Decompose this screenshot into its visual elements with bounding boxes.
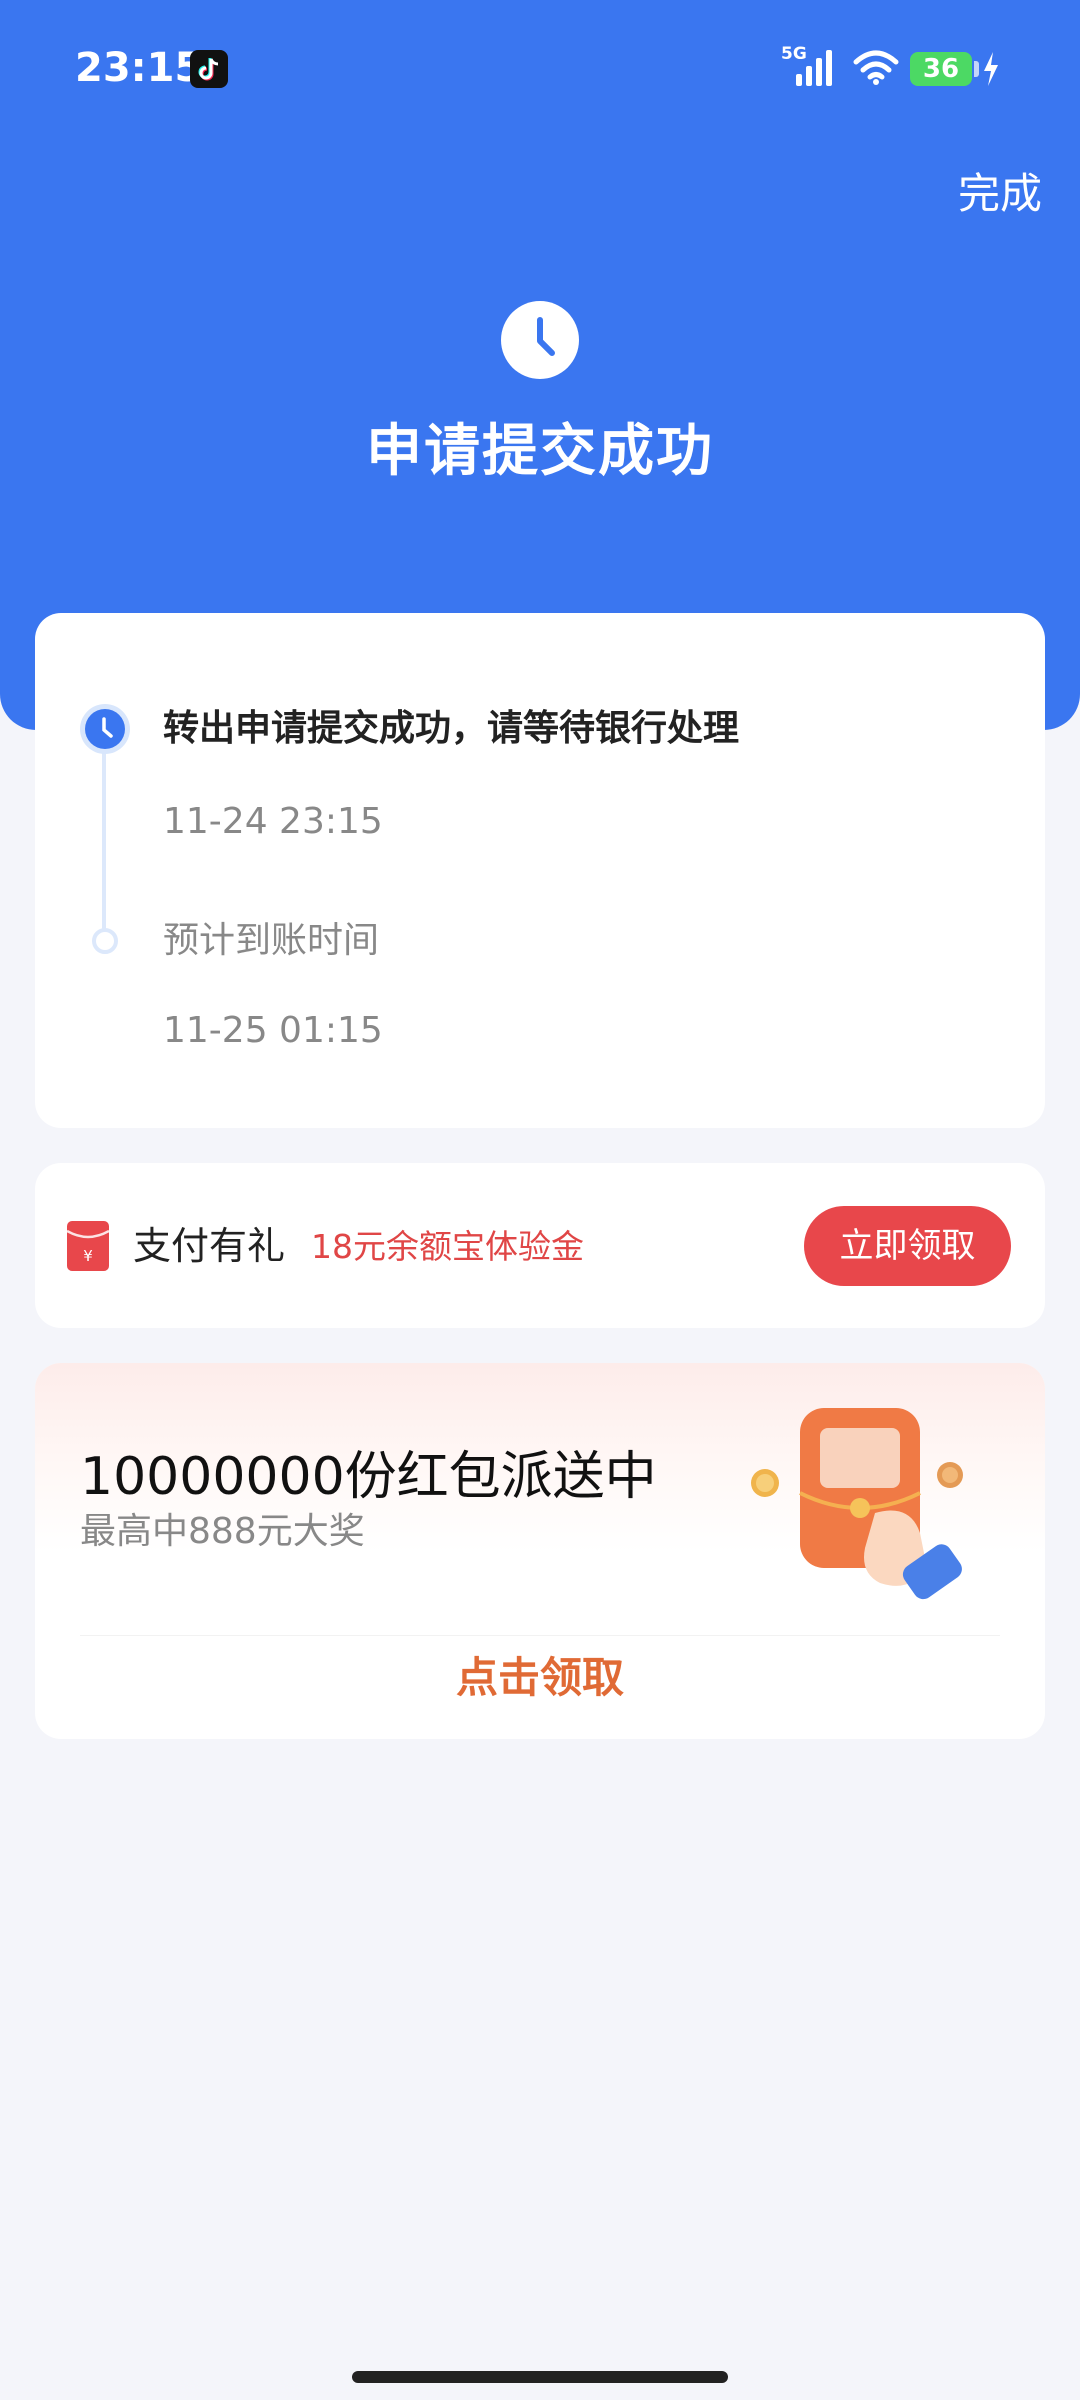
promo-title: 10000000份红包派送中 — [80, 1447, 657, 1507]
claim-now-button[interactable]: 立即领取 — [804, 1206, 1011, 1286]
page-title: 申请提交成功 — [366, 419, 714, 484]
timeline-pending-dot — [92, 928, 118, 954]
tiktok-notification-icon — [190, 50, 228, 88]
gift-title: 支付有礼 — [133, 1224, 286, 1268]
hand-red-envelope-illustration — [751, 1408, 963, 1600]
home-indicator[interactable] — [352, 2371, 728, 2383]
done-button[interactable]: 完成 — [958, 166, 1042, 222]
timeline-step-label: 转出申请提交成功，请等待银行处理 — [163, 708, 740, 749]
status-bar: 23:15 5G 36 — [0, 0, 1080, 140]
signal-icon — [796, 50, 832, 86]
timeline-step-label: 预计到账时间 — [163, 920, 380, 961]
payment-gift-card: ¥ 支付有礼 18元余额宝体验金 立即领取 — [35, 1163, 1045, 1328]
battery-indicator: 36 — [910, 52, 972, 86]
promo-divider — [80, 1635, 1000, 1636]
gift-description: 18元余额宝体验金 — [311, 1227, 584, 1266]
svg-text:¥: ¥ — [83, 1247, 93, 1265]
promo-subtitle: 最高中888元大奖 — [80, 1511, 365, 1552]
clock-icon — [501, 301, 579, 379]
red-packet-promo-card[interactable]: 10000000份红包派送中 最高中888元大奖 点击领取 — [35, 1363, 1045, 1739]
timeline-clock-icon — [80, 704, 130, 754]
timeline-step-time: 11-25 01:15 — [163, 1010, 383, 1051]
click-to-claim-button[interactable]: 点击领取 — [35, 1648, 1045, 1708]
charging-bolt-icon — [984, 52, 998, 86]
timeline-card: 转出申请提交成功，请等待银行处理 11-24 23:15 预计到账时间 11-2… — [35, 613, 1045, 1128]
red-envelope-icon: ¥ — [67, 1221, 109, 1271]
status-time: 23:15 — [75, 45, 203, 91]
wifi-icon — [853, 50, 899, 85]
timeline-connector — [102, 733, 106, 943]
battery-tip — [974, 61, 979, 77]
timeline-step-time: 11-24 23:15 — [163, 801, 383, 842]
